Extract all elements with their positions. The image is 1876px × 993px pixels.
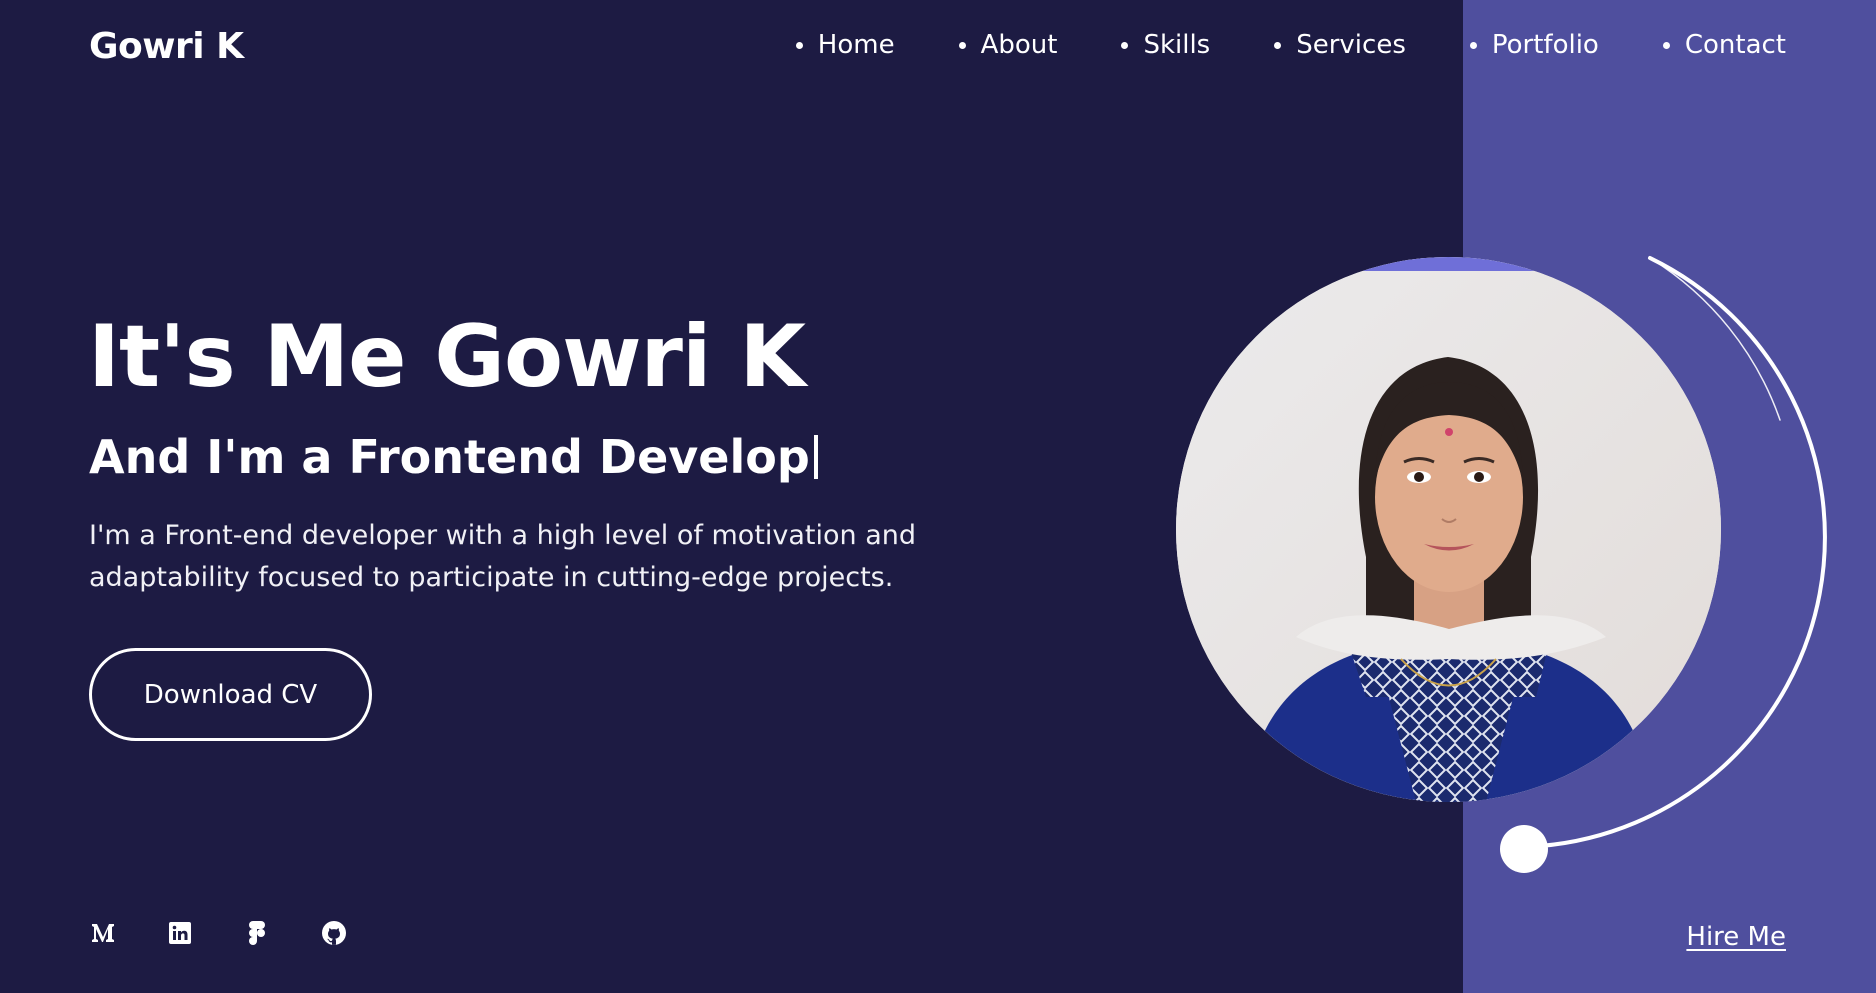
hero-title: It's Me Gowri K [88,307,806,407]
bullet-icon [1662,41,1670,49]
nav-item-portfolio[interactable]: Portfolio [1469,30,1599,60]
linkedin-icon[interactable] [167,920,193,946]
nav-item-contact[interactable]: Contact [1662,30,1786,60]
bullet-icon [958,41,966,49]
nav-item-label: Skills [1143,30,1211,60]
figma-icon[interactable] [244,920,270,946]
bullet-icon [1121,41,1129,49]
nav-item-about[interactable]: About [958,30,1058,60]
hero-subtitle: And I'm a Frontend Develop [89,432,818,483]
bullet-icon [795,41,803,49]
medium-icon[interactable] [90,920,116,946]
nav-item-skills[interactable]: Skills [1121,30,1210,60]
nav-item-label: About [980,30,1058,60]
social-links [90,920,398,946]
nav-item-label: Portfolio [1491,30,1599,60]
nav-item-label: Services [1296,30,1406,60]
nav-item-home[interactable]: Home [795,30,895,60]
download-cv-button[interactable]: Download CV [89,648,372,741]
github-icon[interactable] [321,920,347,946]
bullet-icon [1469,41,1477,49]
brand-logo[interactable]: Gowri K [89,26,244,67]
profile-photo [1176,257,1721,802]
main-nav: Home About Skills Services Portfolio Con… [795,30,1786,60]
typed-role-text: And I'm a Frontend Develop [89,430,810,484]
typing-caret [813,435,818,479]
nav-item-label: Contact [1684,30,1786,60]
bullet-icon [1274,41,1282,49]
hero-description: I'm a Front-end developer with a high le… [89,520,917,593]
hire-me-link[interactable]: Hire Me [1686,922,1786,952]
nav-item-services[interactable]: Services [1274,30,1406,60]
nav-item-label: Home [817,30,895,60]
